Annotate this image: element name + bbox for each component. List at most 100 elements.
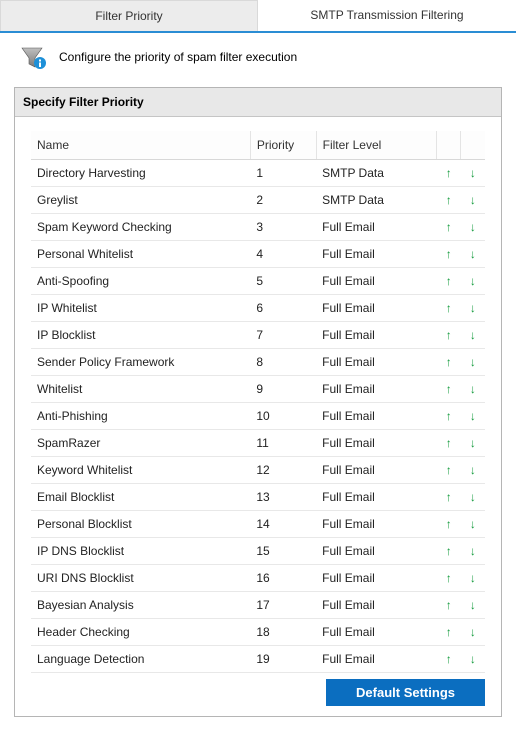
table-row[interactable]: Whitelist9Full Email↑↓ — [31, 376, 485, 403]
cell-priority: 15 — [250, 538, 316, 565]
table-row[interactable]: Directory Harvesting1SMTP Data↑↓ — [31, 160, 485, 187]
move-up-button[interactable]: ↑ — [437, 160, 461, 187]
arrow-up-icon: ↑ — [446, 302, 452, 314]
arrow-up-icon: ↑ — [446, 518, 452, 530]
arrow-up-icon: ↑ — [446, 545, 452, 557]
table-row[interactable]: Language Detection19Full Email↑↓ — [31, 646, 485, 673]
col-header-name[interactable]: Name — [31, 131, 250, 160]
move-down-button[interactable]: ↓ — [461, 511, 485, 538]
arrow-up-icon: ↑ — [446, 437, 452, 449]
cell-name: Email Blocklist — [31, 484, 250, 511]
cell-level: Full Email — [316, 322, 437, 349]
move-up-button[interactable]: ↑ — [437, 646, 461, 673]
default-settings-button[interactable]: Default Settings — [326, 679, 485, 706]
move-up-button[interactable]: ↑ — [437, 619, 461, 646]
move-up-button[interactable]: ↑ — [437, 511, 461, 538]
move-up-button[interactable]: ↑ — [437, 484, 461, 511]
table-row[interactable]: Sender Policy Framework8Full Email↑↓ — [31, 349, 485, 376]
table-row[interactable]: IP Whitelist6Full Email↑↓ — [31, 295, 485, 322]
move-up-button[interactable]: ↑ — [437, 349, 461, 376]
move-up-button[interactable]: ↑ — [437, 538, 461, 565]
arrow-up-icon: ↑ — [446, 167, 452, 179]
move-up-button[interactable]: ↑ — [437, 241, 461, 268]
move-up-button[interactable]: ↑ — [437, 565, 461, 592]
move-up-button[interactable]: ↑ — [437, 268, 461, 295]
tab-1[interactable]: SMTP Transmission Filtering — [258, 0, 516, 31]
table-row[interactable]: Spam Keyword Checking3Full Email↑↓ — [31, 214, 485, 241]
table-row[interactable]: Bayesian Analysis17Full Email↑↓ — [31, 592, 485, 619]
col-header-priority[interactable]: Priority — [250, 131, 316, 160]
arrow-up-icon: ↑ — [446, 275, 452, 287]
cell-priority: 4 — [250, 241, 316, 268]
move-down-button[interactable]: ↓ — [461, 376, 485, 403]
cell-name: Bayesian Analysis — [31, 592, 250, 619]
cell-level: Full Email — [316, 592, 437, 619]
arrow-up-icon: ↑ — [446, 248, 452, 260]
cell-name: Sender Policy Framework — [31, 349, 250, 376]
move-down-button[interactable]: ↓ — [461, 295, 485, 322]
move-down-button[interactable]: ↓ — [461, 646, 485, 673]
move-down-button[interactable]: ↓ — [461, 214, 485, 241]
move-up-button[interactable]: ↑ — [437, 295, 461, 322]
move-down-button[interactable]: ↓ — [461, 430, 485, 457]
move-down-button[interactable]: ↓ — [461, 403, 485, 430]
arrow-down-icon: ↓ — [470, 302, 476, 314]
move-up-button[interactable]: ↑ — [437, 430, 461, 457]
col-header-level[interactable]: Filter Level — [316, 131, 437, 160]
table-row[interactable]: Header Checking18Full Email↑↓ — [31, 619, 485, 646]
table-row[interactable]: URI DNS Blocklist16Full Email↑↓ — [31, 565, 485, 592]
move-down-button[interactable]: ↓ — [461, 241, 485, 268]
move-down-button[interactable]: ↓ — [461, 322, 485, 349]
table-row[interactable]: Personal Whitelist4Full Email↑↓ — [31, 241, 485, 268]
arrow-down-icon: ↓ — [470, 248, 476, 260]
cell-priority: 9 — [250, 376, 316, 403]
move-up-button[interactable]: ↑ — [437, 403, 461, 430]
table-row[interactable]: Anti-Spoofing5Full Email↑↓ — [31, 268, 485, 295]
table-row[interactable]: Greylist2SMTP Data↑↓ — [31, 187, 485, 214]
move-down-button[interactable]: ↓ — [461, 187, 485, 214]
funnel-info-icon — [20, 45, 44, 69]
move-down-button[interactable]: ↓ — [461, 538, 485, 565]
arrow-down-icon: ↓ — [470, 518, 476, 530]
arrow-down-icon: ↓ — [470, 545, 476, 557]
cell-level: Full Email — [316, 430, 437, 457]
move-down-button[interactable]: ↓ — [461, 619, 485, 646]
table-row[interactable]: IP DNS Blocklist15Full Email↑↓ — [31, 538, 485, 565]
cell-priority: 8 — [250, 349, 316, 376]
arrow-down-icon: ↓ — [470, 464, 476, 476]
table-row[interactable]: IP Blocklist7Full Email↑↓ — [31, 322, 485, 349]
cell-name: URI DNS Blocklist — [31, 565, 250, 592]
move-up-button[interactable]: ↑ — [437, 376, 461, 403]
table-row[interactable]: Personal Blocklist14Full Email↑↓ — [31, 511, 485, 538]
move-down-button[interactable]: ↓ — [461, 268, 485, 295]
arrow-down-icon: ↓ — [470, 221, 476, 233]
move-down-button[interactable]: ↓ — [461, 484, 485, 511]
cell-name: Header Checking — [31, 619, 250, 646]
move-up-button[interactable]: ↑ — [437, 322, 461, 349]
arrow-up-icon: ↑ — [446, 599, 452, 611]
cell-name: Directory Harvesting — [31, 160, 250, 187]
move-down-button[interactable]: ↓ — [461, 457, 485, 484]
move-down-button[interactable]: ↓ — [461, 349, 485, 376]
cell-level: SMTP Data — [316, 160, 437, 187]
move-down-button[interactable]: ↓ — [461, 160, 485, 187]
move-down-button[interactable]: ↓ — [461, 565, 485, 592]
move-up-button[interactable]: ↑ — [437, 457, 461, 484]
move-up-button[interactable]: ↑ — [437, 592, 461, 619]
move-up-button[interactable]: ↑ — [437, 187, 461, 214]
cell-level: Full Email — [316, 376, 437, 403]
arrow-up-icon: ↑ — [446, 194, 452, 206]
table-row[interactable]: Anti-Phishing10Full Email↑↓ — [31, 403, 485, 430]
table-row[interactable]: Keyword Whitelist12Full Email↑↓ — [31, 457, 485, 484]
move-down-button[interactable]: ↓ — [461, 592, 485, 619]
cell-level: Full Email — [316, 619, 437, 646]
tab-0[interactable]: Filter Priority — [0, 0, 258, 31]
table-row[interactable]: Email Blocklist13Full Email↑↓ — [31, 484, 485, 511]
arrow-down-icon: ↓ — [470, 383, 476, 395]
cell-level: Full Email — [316, 403, 437, 430]
tab-bar: Filter PrioritySMTP Transmission Filteri… — [0, 0, 516, 33]
cell-level: SMTP Data — [316, 187, 437, 214]
table-row[interactable]: SpamRazer11Full Email↑↓ — [31, 430, 485, 457]
move-up-button[interactable]: ↑ — [437, 214, 461, 241]
cell-level: Full Email — [316, 646, 437, 673]
